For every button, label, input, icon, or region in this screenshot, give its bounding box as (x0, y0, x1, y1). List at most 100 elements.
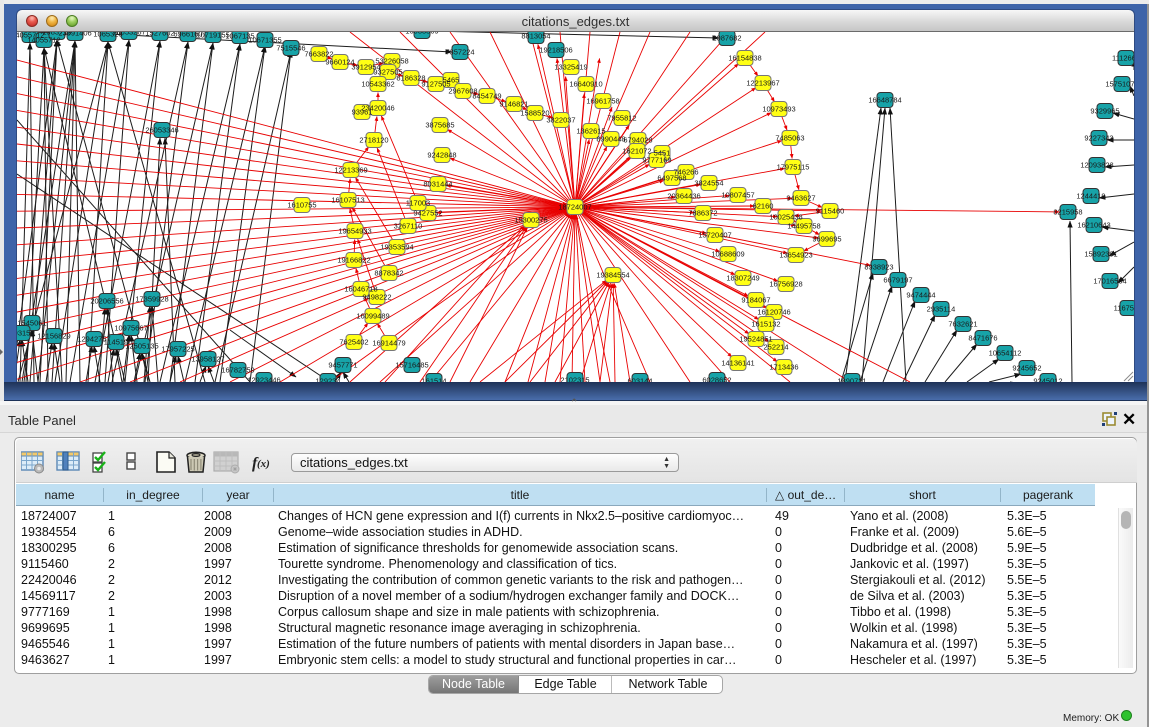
svg-text:62160: 62160 (753, 202, 774, 211)
svg-text:2087682: 2087682 (712, 34, 741, 43)
svg-text:1112667: 1112667 (1112, 54, 1134, 63)
svg-text:16914479: 16914479 (372, 339, 405, 348)
svg-text:9427552: 9427552 (413, 209, 442, 218)
svg-text:26053346: 26053346 (145, 126, 178, 135)
svg-text:9498222: 9498222 (362, 293, 391, 302)
svg-text:18724007: 18724007 (558, 203, 591, 212)
svg-text:12213369: 12213369 (334, 166, 367, 175)
svg-text:16640910: 16640910 (569, 80, 602, 89)
svg-text:1545061: 1545061 (17, 319, 46, 328)
svg-text:17957225: 17957225 (161, 345, 194, 354)
svg-text:1890721: 1890721 (837, 377, 866, 383)
svg-text:9660124: 9660124 (325, 58, 354, 67)
svg-text:16154838: 16154838 (728, 54, 761, 63)
svg-text:16099489: 16099489 (356, 312, 389, 321)
svg-text:19166822: 19166822 (337, 256, 370, 265)
svg-text:129234: 129234 (315, 377, 340, 383)
svg-text:23691406: 23691406 (58, 32, 91, 38)
svg-text:3267110: 3267110 (394, 222, 423, 231)
svg-text:13958127: 13958127 (191, 355, 224, 364)
svg-text:19353594: 19353594 (380, 243, 413, 252)
svg-text:1527602: 1527602 (145, 32, 174, 38)
svg-text:9146821: 9146821 (499, 100, 528, 109)
svg-text:8031444: 8031444 (423, 180, 452, 189)
svg-text:3824554: 3824554 (694, 179, 723, 188)
svg-text:2935114: 2935114 (927, 305, 956, 314)
svg-text:14136141: 14136141 (721, 359, 754, 368)
svg-text:9463627: 9463627 (786, 194, 815, 203)
svg-text:9329965: 9329965 (1090, 107, 1119, 116)
svg-text:5465: 5465 (443, 76, 460, 85)
svg-text:8813054: 8813054 (521, 32, 550, 41)
svg-text:19654933: 19654933 (338, 227, 371, 236)
svg-text:15300275: 15300275 (514, 216, 547, 225)
svg-text:9245012: 9245012 (1033, 377, 1062, 383)
svg-text:7886372: 7886372 (688, 209, 717, 218)
svg-text:14495758: 14495758 (787, 222, 820, 231)
svg-text:603144: 603144 (627, 377, 652, 383)
svg-text:18307249: 18307249 (726, 274, 759, 283)
svg-text:9777169: 9777169 (642, 156, 671, 165)
svg-text:8215958: 8215958 (1053, 208, 1082, 217)
svg-text:8878342: 8878342 (374, 269, 403, 278)
svg-text:10973493: 10973493 (762, 105, 795, 114)
svg-text:161514: 161514 (421, 377, 446, 383)
svg-text:1713436: 1713436 (769, 363, 798, 372)
svg-text:15720407: 15720407 (698, 231, 731, 240)
svg-text:17975115: 17975115 (777, 163, 810, 172)
svg-text:8454749: 8454749 (472, 92, 501, 101)
svg-text:15716485: 15716485 (395, 361, 428, 370)
svg-text:10688609: 10688609 (711, 250, 744, 259)
svg-text:9245652: 9245652 (1012, 364, 1041, 373)
svg-text:9457771: 9457771 (328, 361, 357, 370)
svg-text:16033809: 16033809 (405, 32, 438, 36)
svg-text:7357224: 7357224 (445, 48, 474, 57)
svg-text:12093823: 12093823 (1080, 161, 1113, 170)
svg-text:9227343: 9227343 (1084, 134, 1113, 143)
svg-text:10654112: 10654112 (989, 349, 1022, 358)
svg-text:9474444: 9474444 (906, 291, 935, 300)
svg-text:8471676: 8471676 (968, 334, 997, 343)
svg-text:8990448: 8990448 (596, 135, 625, 144)
svg-text:7485063: 7485063 (775, 134, 804, 143)
svg-text:3822037: 3822037 (546, 116, 575, 125)
svg-text:1244419: 1244419 (1076, 192, 1105, 201)
svg-text:252214: 252214 (763, 343, 788, 352)
svg-text:9184067: 9184067 (741, 296, 770, 305)
svg-text:746266: 746266 (673, 168, 698, 177)
svg-text:16210643: 16210643 (1077, 221, 1110, 230)
svg-text:6028652: 6028652 (702, 376, 731, 383)
svg-text:12156829: 12156829 (37, 332, 70, 341)
svg-text:9115460: 9115460 (816, 207, 845, 216)
svg-text:1610755: 1610755 (287, 201, 316, 210)
svg-text:3875685: 3875685 (425, 121, 454, 130)
svg-text:7515546: 7515546 (276, 44, 305, 53)
svg-text:10807457: 10807457 (721, 191, 754, 200)
svg-text:17359928: 17359928 (135, 295, 168, 304)
svg-text:10975667: 10975667 (114, 324, 147, 333)
svg-text:16120746: 16120746 (757, 308, 790, 317)
svg-text:7632621: 7632621 (948, 320, 977, 329)
svg-text:12213967: 12213967 (746, 79, 779, 88)
svg-text:14055712: 14055712 (27, 36, 60, 45)
svg-text:117003: 117003 (406, 199, 430, 208)
svg-text:12505135: 12505135 (125, 342, 158, 351)
svg-text:1167534: 1167534 (1114, 304, 1134, 313)
svg-text:13654923: 13654923 (779, 251, 812, 260)
svg-text:7955812: 7955812 (607, 114, 636, 123)
svg-text:12923446: 12923446 (247, 376, 280, 383)
svg-text:13325419: 13325419 (554, 63, 587, 72)
svg-text:17016504: 17016504 (1093, 277, 1126, 286)
svg-text:15892391: 15892391 (1084, 250, 1117, 259)
svg-text:20206556: 20206556 (90, 297, 123, 306)
svg-text:20364436: 20364436 (667, 192, 700, 201)
svg-text:9242848: 9242848 (427, 151, 456, 160)
svg-text:15751074: 15751074 (1105, 80, 1134, 89)
svg-text:10653287: 10653287 (112, 32, 145, 37)
svg-text:6679197: 6679197 (883, 276, 912, 285)
svg-text:16107513: 16107513 (331, 196, 364, 205)
svg-text:1621072: 1621072 (622, 147, 651, 156)
svg-text:(x): (x) (257, 458, 270, 470)
svg-text:7625402: 7625402 (339, 338, 368, 347)
svg-text:16648784: 16648784 (868, 96, 901, 105)
